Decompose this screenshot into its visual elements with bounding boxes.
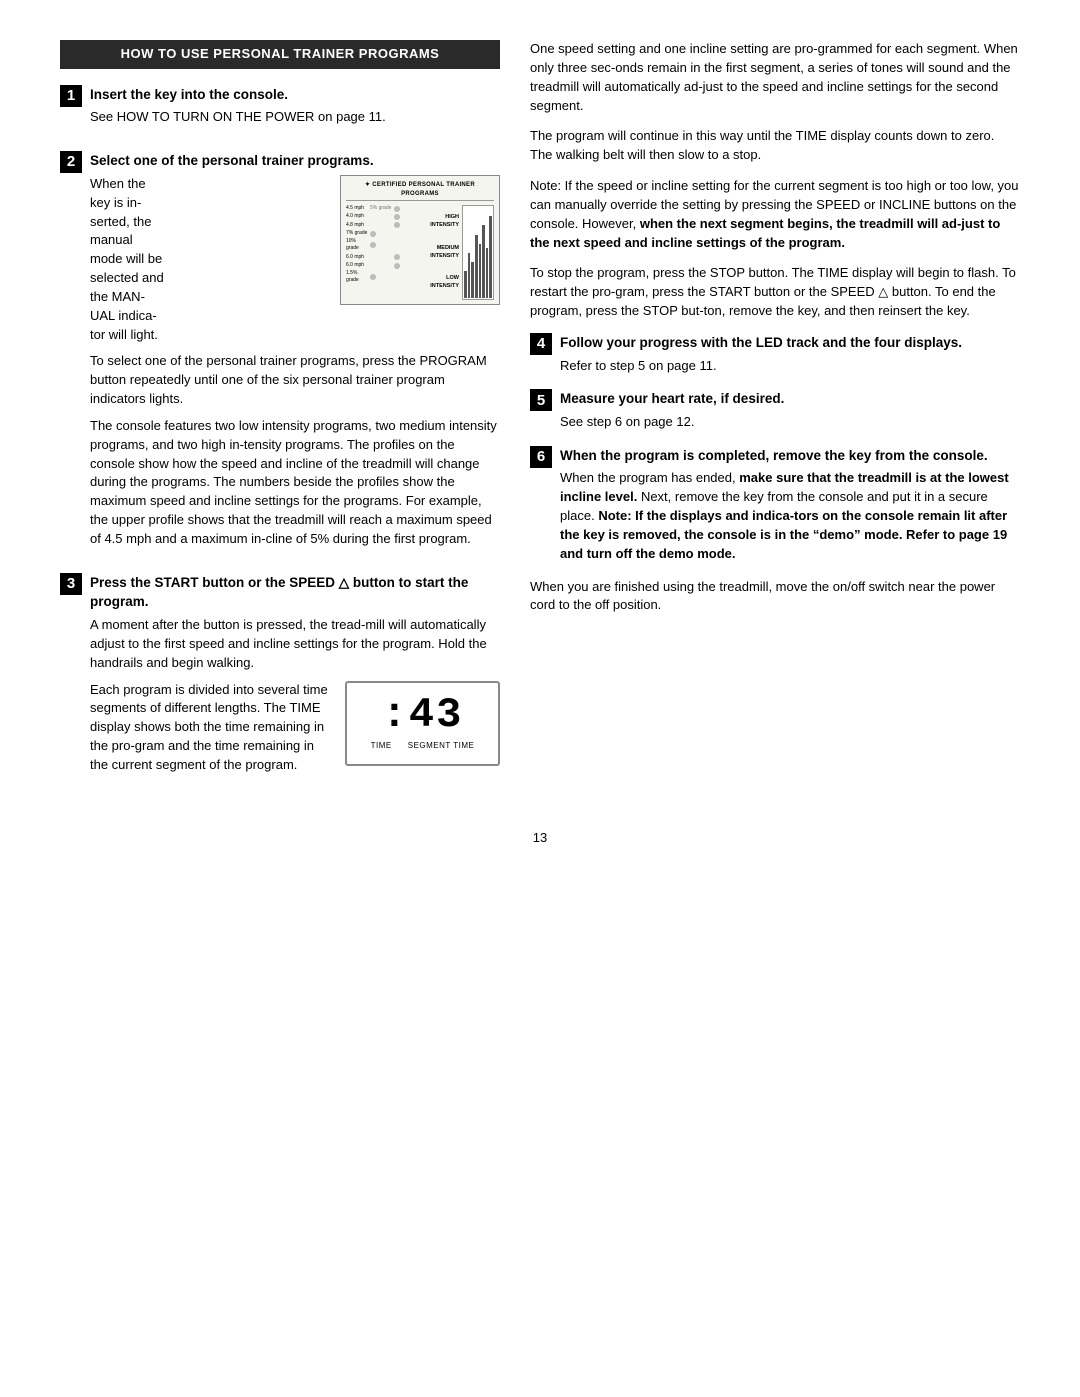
timer-display: :43 TIME SEGMENT TIME: [345, 681, 500, 766]
step-6-number: 6: [530, 446, 552, 468]
step-3-block: 3 Press the START button or the SPEED △ …: [60, 573, 500, 783]
step-6-body: When the program has ended, make sure th…: [560, 469, 1020, 563]
step-3-segment-text: Each program is divided into several tim…: [90, 681, 331, 775]
timer-labels: TIME SEGMENT TIME: [371, 740, 475, 752]
step-3-content: Press the START button or the SPEED △ bu…: [90, 573, 500, 783]
step-6-para-1: When the program has ended, make sure th…: [560, 469, 1020, 563]
step-2-para-1: To select one of the personal trainer pr…: [90, 352, 500, 409]
step-1-number: 1: [60, 85, 82, 107]
step-2-block: 2 Select one of the personal trainer pro…: [60, 151, 500, 557]
right-final-para: When you are finished using the treadmil…: [530, 578, 1020, 616]
timer-label-segment: SEGMENT TIME: [408, 740, 475, 752]
console-title: ✦ CERTIFIED PERSONAL TRAINER PROGRAMS: [346, 181, 494, 201]
step-1-content: Insert the key into the console. See HOW…: [90, 85, 500, 135]
step-4-title: Follow your progress with the LED track …: [560, 333, 1020, 353]
step-3-number: 3: [60, 573, 82, 595]
right-para-3: Note: If the speed or incline setting fo…: [530, 177, 1020, 252]
step-1-title: Insert the key into the console.: [90, 85, 500, 105]
page-container: HOW TO USE PERSONAL TRAINER PROGRAMS 1 I…: [0, 0, 1080, 1397]
step-2-intro-text: When thekey is in-serted, themanualmode …: [90, 175, 326, 345]
right-para-2: The program will continue in this way un…: [530, 127, 1020, 165]
step-3-para-1: A moment after the button is pressed, th…: [90, 616, 500, 673]
step-4-block: 4 Follow your progress with the LED trac…: [530, 333, 1020, 375]
step-5-title: Measure your heart rate, if desired.: [560, 389, 1020, 409]
step-4-number: 4: [530, 333, 552, 355]
timer-label-time: TIME: [371, 740, 392, 752]
left-column: HOW TO USE PERSONAL TRAINER PROGRAMS 1 I…: [60, 40, 500, 799]
console-image: ✦ CERTIFIED PERSONAL TRAINER PROGRAMS 4.…: [340, 175, 500, 305]
step-4-content: Follow your progress with the LED track …: [560, 333, 1020, 375]
step-5-body: See step 6 on page 12.: [560, 413, 1020, 432]
step-1-body: See HOW TO TURN ON THE POWER on page 11.: [90, 108, 500, 127]
step-1-block: 1 Insert the key into the console. See H…: [60, 85, 500, 135]
step-2-para-2: The console features two low intensity p…: [90, 417, 500, 549]
step-4-body: Refer to step 5 on page 11.: [560, 357, 1020, 376]
step-5-block: 5 Measure your heart rate, if desired. S…: [530, 389, 1020, 431]
step-6-block: 6 When the program is completed, remove …: [530, 446, 1020, 564]
step-6-content: When the program is completed, remove th…: [560, 446, 1020, 564]
right-para-4: To stop the program, press the STOP butt…: [530, 264, 1020, 321]
step-3-body: A moment after the button is pressed, th…: [90, 616, 500, 775]
step-2-number: 2: [60, 151, 82, 173]
step-3-title: Press the START button or the SPEED △ bu…: [90, 573, 500, 612]
step-1-para: See HOW TO TURN ON THE POWER on page 11.: [90, 108, 500, 127]
step-2-content: Select one of the personal trainer progr…: [90, 151, 500, 557]
step-6-title: When the program is completed, remove th…: [560, 446, 1020, 466]
right-para-1: One speed setting and one incline settin…: [530, 40, 1020, 115]
page-number: 13: [60, 829, 1020, 848]
step-5-number: 5: [530, 389, 552, 411]
step-3-image-block: Each program is divided into several tim…: [90, 681, 500, 775]
section-header: HOW TO USE PERSONAL TRAINER PROGRAMS: [60, 40, 500, 69]
step-2-image-block: When thekey is in-serted, themanualmode …: [90, 175, 500, 345]
step-5-content: Measure your heart rate, if desired. See…: [560, 389, 1020, 431]
right-column: One speed setting and one incline settin…: [530, 40, 1020, 799]
two-column-layout: HOW TO USE PERSONAL TRAINER PROGRAMS 1 I…: [60, 40, 1020, 799]
timer-number: :43: [382, 694, 464, 736]
step-2-title: Select one of the personal trainer progr…: [90, 151, 500, 171]
step-2-body: When thekey is in-serted, themanualmode …: [90, 175, 500, 549]
